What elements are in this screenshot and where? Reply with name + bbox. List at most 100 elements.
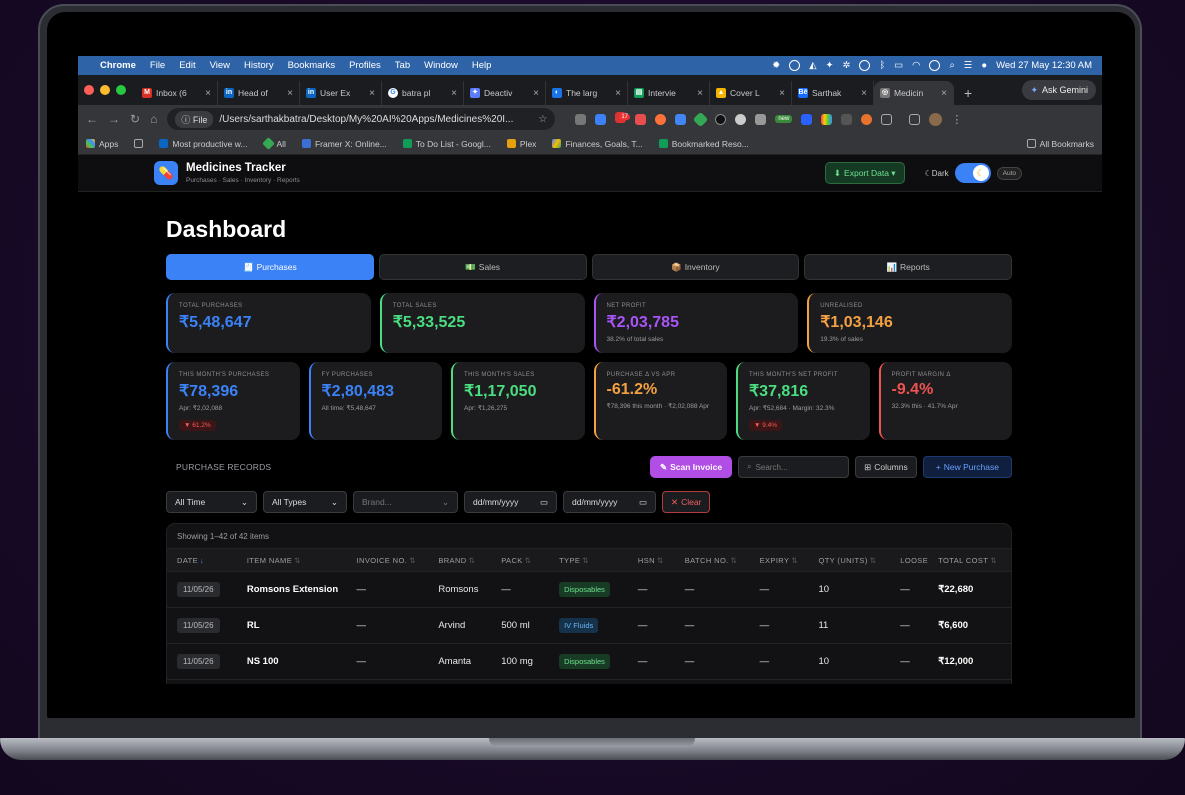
status-search-icon[interactable]: ⌕	[949, 60, 954, 71]
close-window-button[interactable]	[84, 85, 94, 95]
column-header[interactable]: HSN ⇅	[628, 556, 675, 565]
tab-close-icon[interactable]: ×	[779, 88, 785, 99]
extension-hand-icon[interactable]	[575, 113, 587, 125]
clear-filters-button[interactable]: ✕ Clear	[662, 491, 711, 513]
status-record-icon[interactable]: ●	[981, 60, 987, 71]
extension-red-icon[interactable]	[635, 113, 647, 125]
extension-green-icon[interactable]	[693, 111, 709, 127]
bookmark-resources[interactable]: Bookmarked Reso...	[658, 139, 749, 149]
menu-file[interactable]: File	[150, 60, 165, 71]
column-header[interactable]: ITEM NAME ⇅	[237, 556, 347, 565]
dark-mode-toggle[interactable]: ☾	[954, 163, 991, 183]
minimize-window-button[interactable]	[100, 85, 110, 95]
status-chatgpt-icon[interactable]	[789, 60, 801, 71]
bookmark-todo[interactable]: To Do List - Googl...	[402, 139, 491, 149]
scan-invoice-button[interactable]: ✎ Scan Invoice	[649, 456, 733, 478]
browser-tab[interactable]: Bē Sarthak ×	[792, 81, 874, 105]
extension-new-badge[interactable]: new	[775, 115, 793, 123]
date-to-input[interactable]: dd/mm/yyyy ▭	[563, 491, 656, 513]
status-battery-icon[interactable]: ▭	[894, 60, 903, 71]
maximize-window-button[interactable]	[116, 85, 126, 95]
browser-tab[interactable]: Gbatra pl ×	[382, 81, 464, 105]
home-icon[interactable]: ⌂	[150, 112, 157, 126]
status-drive-icon[interactable]: ◭	[809, 60, 816, 71]
all-bookmarks[interactable]: All Bookmarks	[1026, 139, 1094, 149]
new-tab-icon[interactable]: +	[964, 85, 972, 101]
tab-close-icon[interactable]: ×	[369, 88, 375, 99]
auto-theme-button[interactable]: Auto	[996, 166, 1022, 180]
bookmark-apps[interactable]: Apps	[86, 139, 118, 149]
extension-grid-icon[interactable]	[841, 113, 853, 125]
extension-f-icon[interactable]	[755, 113, 767, 125]
column-header[interactable]: QTY (UNITS) ⇅	[808, 556, 890, 565]
brand-filter-input[interactable]: Brand... ⌄	[353, 491, 458, 513]
menu-bookmarks[interactable]: Bookmarks	[288, 60, 336, 71]
browser-tab[interactable]: in User Ex ×	[300, 81, 382, 105]
forward-icon[interactable]: →	[108, 112, 120, 126]
bookmark-star-icon[interactable]: ☆	[538, 114, 547, 125]
columns-button[interactable]: ⊞ Columns	[855, 456, 917, 478]
tab-close-icon[interactable]: ×	[697, 88, 703, 99]
table-row[interactable]: 11/05/26 Romsons Extension — Romsons — Dispos…	[167, 572, 1011, 608]
menu-clock[interactable]: Wed 27 May 12:30 AM	[996, 60, 1092, 71]
extension-diamond-icon[interactable]	[595, 113, 607, 125]
column-header[interactable]: LOOSE⇅	[890, 556, 928, 565]
menu-app-name[interactable]: Chrome	[100, 60, 136, 71]
browser-tab[interactable]: ▲ Cover L ×	[710, 81, 792, 105]
extension-link-icon[interactable]	[675, 113, 687, 125]
menu-edit[interactable]: Edit	[179, 60, 195, 71]
tab-close-icon[interactable]: ×	[533, 88, 539, 99]
extension-shield-icon[interactable]	[735, 113, 747, 125]
browser-tab[interactable]: in Head of ×	[218, 81, 300, 105]
menu-help[interactable]: Help	[472, 60, 492, 71]
address-bar[interactable]: ⓘ File /Users/sarthakbatra/Desktop/My%20…	[167, 108, 556, 130]
time-filter-select[interactable]: All Time ⌄	[166, 491, 257, 513]
tab-sales[interactable]: 💵 Sales	[378, 254, 587, 280]
extension-claude-icon[interactable]	[861, 113, 873, 125]
extension-color-icon[interactable]	[821, 113, 833, 125]
kebab-menu-icon[interactable]: ⋮	[951, 113, 962, 126]
status-user-icon[interactable]	[929, 60, 941, 71]
url-text[interactable]: /Users/sarthakbatra/Desktop/My%20AI%20Ap…	[219, 114, 513, 125]
bookmark-finances[interactable]: Finances, Goals, T...	[552, 139, 643, 149]
tab-close-icon[interactable]: ×	[205, 88, 211, 99]
tab-close-icon[interactable]: ×	[451, 88, 457, 99]
browser-tab[interactable]: ▤ Intervie ×	[628, 81, 710, 105]
menu-window[interactable]: Window	[424, 60, 458, 71]
export-data-button[interactable]: ⬇ Export Data ▾	[824, 162, 905, 184]
ask-gemini-button[interactable]: ✦ Ask Gemini	[1022, 80, 1096, 100]
status-gear-icon[interactable]: ✲	[843, 60, 851, 71]
column-header[interactable]: TOTAL COST ⇅	[928, 556, 1011, 565]
column-header[interactable]: EXPIRY ⇅	[750, 556, 809, 565]
tab-close-icon[interactable]: ×	[941, 88, 947, 99]
column-header[interactable]: INVOICE NO. ⇅	[347, 556, 429, 565]
bookmark-framer[interactable]: Framer X: Online...	[301, 139, 387, 149]
column-header[interactable]: BATCH NO. ⇅	[675, 556, 750, 565]
back-icon[interactable]: ←	[86, 112, 98, 126]
menu-view[interactable]: View	[210, 60, 230, 71]
status-brightness-icon[interactable]: ✹	[772, 60, 780, 71]
tab-purchases[interactable]: 🧾 Purchases	[166, 254, 374, 280]
browser-tab[interactable]: ◐ The larg ×	[546, 81, 628, 105]
browser-tab[interactable]: M Inbox (6 ×	[136, 81, 218, 105]
status-control-center-icon[interactable]: ☰	[964, 60, 973, 71]
extension-firefox-icon[interactable]	[655, 113, 667, 125]
column-header[interactable]: PACK ⇅	[491, 556, 549, 565]
tab-close-icon[interactable]: ×	[615, 88, 621, 99]
bookmark-plex[interactable]: Plex	[506, 139, 536, 149]
bookmark-grid[interactable]	[134, 139, 144, 148]
search-input[interactable]: ⌕ Search...	[738, 456, 850, 478]
table-row[interactable]: 11/05/26 NS 100 — Amanta 100 mg Disposables — —…	[167, 644, 1011, 680]
menu-history[interactable]: History	[244, 60, 274, 71]
extension-calendar-icon[interactable]: 17	[615, 110, 630, 128]
tab-close-icon[interactable]: ×	[287, 88, 293, 99]
extensions-puzzle-icon[interactable]	[881, 113, 893, 125]
column-header[interactable]: DATE ↓	[167, 556, 237, 565]
browser-tab[interactable]: ✦ Deactiv ×	[464, 81, 546, 105]
menu-tab[interactable]: Tab	[395, 60, 410, 71]
status-sparkle-icon[interactable]: ✦	[826, 60, 834, 71]
tab-close-icon[interactable]: ×	[861, 88, 867, 99]
extension-zm-icon[interactable]	[801, 113, 813, 125]
reading-list-icon[interactable]	[909, 113, 921, 125]
table-row[interactable]: 11/05/26 RL — Arvind 500 ml IV Fluids — — — 11 — ₹6…	[167, 608, 1011, 644]
